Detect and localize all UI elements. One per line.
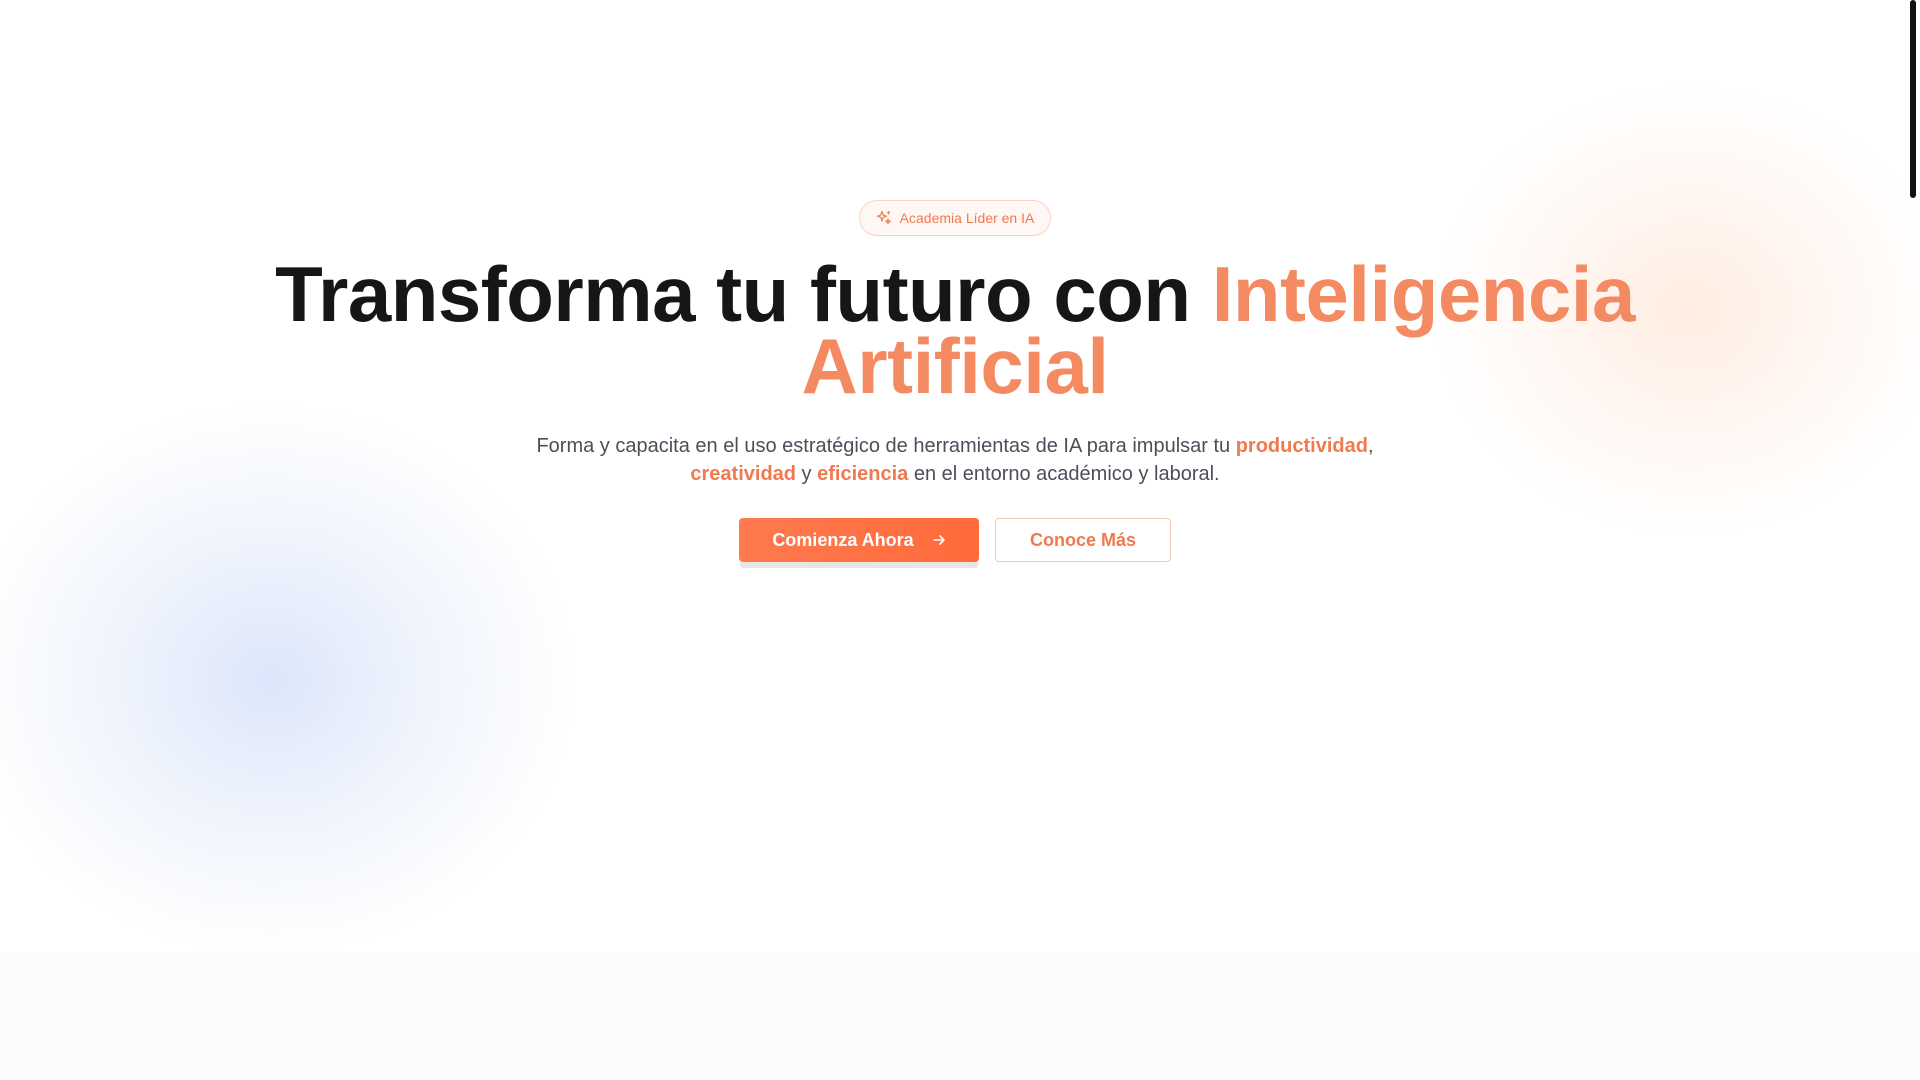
scrollbar-thumb[interactable] bbox=[1910, 0, 1916, 198]
start-now-label: Comienza Ahora bbox=[772, 529, 914, 550]
learn-more-button[interactable]: Conoce Más bbox=[995, 518, 1171, 562]
subtitle-highlight-eficiencia: eficiencia bbox=[817, 463, 909, 485]
hero-actions: Comienza Ahora Conoce Más bbox=[0, 518, 1910, 562]
hero-subtitle: Forma y capacita en el uso estratégico d… bbox=[475, 432, 1435, 488]
hero-section: Academia Líder en IA Transforma tu futur… bbox=[0, 200, 1910, 562]
sparkles-icon bbox=[876, 210, 891, 225]
landing-page: Academia Líder en IA Transforma tu futur… bbox=[0, 0, 1920, 1080]
subtitle-highlight-productividad: productividad bbox=[1235, 435, 1368, 457]
subtitle-text-3: y bbox=[796, 463, 818, 485]
subtitle-text-1: Forma y capacita en el uso estratégico d… bbox=[536, 435, 1236, 457]
start-now-button[interactable]: Comienza Ahora bbox=[739, 518, 979, 562]
next-section-band bbox=[0, 952, 1920, 1080]
hero-badge-label: Academia Líder en IA bbox=[899, 210, 1035, 226]
subtitle-text-2: , bbox=[1367, 435, 1374, 457]
title-accent-word-1: Inteligencia bbox=[1211, 250, 1636, 338]
subtitle-text-4: en el entorno académico y laboral. bbox=[908, 463, 1220, 485]
page-title: Transforma tu futuro con Inteligencia Ar… bbox=[0, 255, 1910, 405]
learn-more-label: Conoce Más bbox=[1029, 529, 1137, 550]
title-accent-word-2: Artificial bbox=[801, 322, 1109, 410]
arrow-right-icon bbox=[932, 535, 945, 545]
subtitle-highlight-creatividad: creatividad bbox=[690, 463, 796, 485]
hero-badge: Academia Líder en IA bbox=[858, 200, 1052, 236]
